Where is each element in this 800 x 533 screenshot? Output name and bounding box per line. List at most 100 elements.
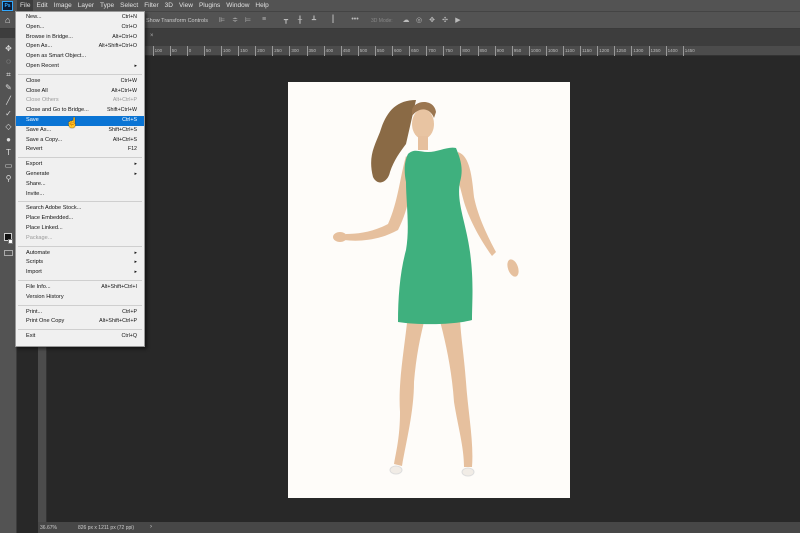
menu-item-label: Export	[26, 161, 43, 168]
menu-item-automate[interactable]: Automate ▸	[16, 249, 144, 259]
right-leg	[438, 314, 473, 467]
menu-item-version-history[interactable]: Version History	[16, 293, 144, 303]
camera-3d-icon[interactable]: ▶	[454, 16, 462, 25]
menu-item-file-info[interactable]: File Info... Alt+Shift+Ctrl+I	[16, 283, 144, 293]
menu-bar: Ps File Edit Image Layer Type Select Fil…	[0, 0, 800, 11]
document-canvas[interactable]	[288, 82, 570, 498]
ruler-tick: 650	[409, 46, 419, 56]
menu-item-print-one-copy[interactable]: Print One Copy Alt+Shift+Ctrl+P	[16, 317, 144, 327]
menu-3d[interactable]: 3D	[162, 0, 176, 11]
menu-item-new[interactable]: New... Ctrl+N	[16, 13, 144, 23]
align-bottom-icon[interactable]: ┻	[310, 16, 318, 25]
menu-item-save-a-copy[interactable]: Save a Copy... Alt+Ctrl+S	[16, 136, 144, 146]
more-icon[interactable]: •••	[351, 16, 359, 25]
menu-item-open[interactable]: Open... Ctrl+O	[16, 23, 144, 33]
menu-item-shortcut: Ctrl+W	[120, 77, 137, 84]
menu-view[interactable]: View	[176, 0, 196, 11]
menu-separator	[18, 279, 142, 281]
show-transform-controls-checkbox[interactable]: Show Transform Controls	[146, 18, 208, 24]
menu-item-search-adobe-stock[interactable]: Search Adobe Stock...	[16, 204, 144, 214]
menu-type[interactable]: Type	[97, 0, 117, 11]
align-distribute-icon[interactable]: ≡	[260, 16, 268, 25]
menu-item-label: Package...	[26, 234, 53, 241]
menu-item-scripts[interactable]: Scripts ▸	[16, 258, 144, 268]
menu-item-shortcut: Alt+Shift+Ctrl+O	[98, 43, 137, 50]
menu-layer[interactable]: Layer	[75, 0, 97, 11]
distribute-icon[interactable]: ║	[329, 16, 337, 25]
align-right-icon[interactable]: ⊨	[244, 16, 252, 25]
home-icon[interactable]: ⌂	[5, 15, 15, 25]
ruler-tick: 150	[238, 46, 248, 56]
horizontal-ruler: 4003503002502001501005005010015020025030…	[47, 46, 800, 56]
menu-item-label: New...	[26, 14, 42, 20]
align-middle-icon[interactable]: ╂	[296, 16, 304, 25]
menu-separator	[18, 73, 142, 75]
menu-item-save[interactable]: Save Ctrl+S	[16, 115, 144, 126]
menu-window[interactable]: Window	[223, 0, 252, 11]
mode-3d-label: 3D Mode:	[371, 18, 393, 24]
align-left-icon[interactable]: ⊫	[218, 16, 226, 25]
menu-item-open-as-smart-object[interactable]: Open as Smart Object...	[16, 52, 144, 62]
menu-help[interactable]: Help	[252, 0, 271, 11]
menu-select[interactable]: Select	[117, 0, 141, 11]
orbit-3d-icon[interactable]: ☁	[402, 16, 410, 25]
menu-item-label: Exit	[26, 333, 36, 340]
model-photo	[333, 100, 519, 477]
menu-item-open-recent[interactable]: Open Recent ▸	[16, 62, 144, 72]
menu-item-open-as[interactable]: Open As... Alt+Shift+Ctrl+O	[16, 42, 144, 52]
right-shoe	[461, 467, 475, 477]
menu-item-share[interactable]: Share...	[16, 180, 144, 190]
menu-image[interactable]: Image	[51, 0, 75, 11]
menu-item-place-embedded[interactable]: Place Embedded...	[16, 214, 144, 224]
menu-item-print[interactable]: Print... Ctrl+P	[16, 308, 144, 318]
roll-3d-icon[interactable]: ◎	[415, 16, 423, 25]
menu-item-export[interactable]: Export ▸	[16, 160, 144, 170]
ruler-tick: 1400	[665, 46, 678, 56]
close-tab-icon[interactable]: ×	[150, 33, 154, 39]
zoom-level[interactable]: 36.67%	[40, 525, 57, 531]
menu-item-browse-in-bridge[interactable]: Browse in Bridge... Alt+Ctrl+O	[16, 33, 144, 43]
submenu-arrow-icon: ▸	[134, 170, 137, 177]
menu-item-exit[interactable]: Exit Ctrl+Q	[16, 332, 144, 342]
document-info[interactable]: 826 px x 1211 px (72 ppi)	[78, 525, 134, 531]
ruler-tick: 0	[186, 46, 191, 56]
pan-3d-icon[interactable]: ✥	[428, 16, 436, 25]
menu-item-label: Print...	[26, 308, 43, 315]
ruler-tick: 750	[443, 46, 453, 56]
menu-item-import[interactable]: Import ▸	[16, 268, 144, 278]
slide-3d-icon[interactable]: ✣	[441, 16, 449, 25]
menu-item-label: Version History	[26, 293, 64, 300]
menu-item-close[interactable]: Close Ctrl+W	[16, 77, 144, 87]
menu-item-shortcut: Ctrl+N	[121, 14, 137, 20]
menu-edit[interactable]: Edit	[33, 0, 50, 11]
ruler-tick: 700	[426, 46, 436, 56]
align-top-icon[interactable]: ┳	[282, 16, 290, 25]
menu-item-label: Save As...	[26, 126, 52, 133]
menu-item-place-linked[interactable]: Place Linked...	[16, 224, 144, 234]
submenu-arrow-icon: ▸	[134, 259, 137, 266]
menu-file[interactable]: File	[17, 0, 34, 11]
background-color-swatch[interactable]	[8, 239, 13, 244]
menu-item-close-and-go-to-bridge[interactable]: Close and Go to Bridge... Shift+Ctrl+W	[16, 106, 144, 116]
quick-mask-icon[interactable]	[4, 250, 13, 256]
menu-item-revert[interactable]: Revert F12	[16, 145, 144, 155]
menu-item-save-as[interactable]: Save As... Shift+Ctrl+S	[16, 126, 144, 136]
menu-item-invite[interactable]: Invite...	[16, 190, 144, 200]
ruler-tick: 200	[255, 46, 265, 56]
ruler-tick: 600	[392, 46, 402, 56]
menu-item-label: Revert	[26, 146, 43, 153]
align-center-icon[interactable]: ≑	[231, 16, 239, 25]
menu-item-close-all[interactable]: Close All Alt+Ctrl+W	[16, 87, 144, 97]
menu-filter[interactable]: Filter	[141, 0, 161, 11]
menu-item-shortcut: Ctrl+S	[122, 116, 137, 123]
menu-item-label: Place Embedded...	[26, 215, 74, 222]
menu-item-generate[interactable]: Generate ▸	[16, 170, 144, 180]
menu-separator	[18, 245, 142, 247]
neck	[418, 136, 428, 150]
menu-item-label: Generate	[26, 170, 50, 177]
menu-plugins[interactable]: Plugins	[196, 0, 223, 11]
ruler-tick: 250	[272, 46, 282, 56]
file-menu-dropdown: New... Ctrl+N Open... Ctrl+O Browse in Bridg…	[15, 11, 145, 347]
ruler-tick: 1100	[563, 46, 575, 56]
status-arrow-icon[interactable]: ›	[150, 524, 152, 530]
